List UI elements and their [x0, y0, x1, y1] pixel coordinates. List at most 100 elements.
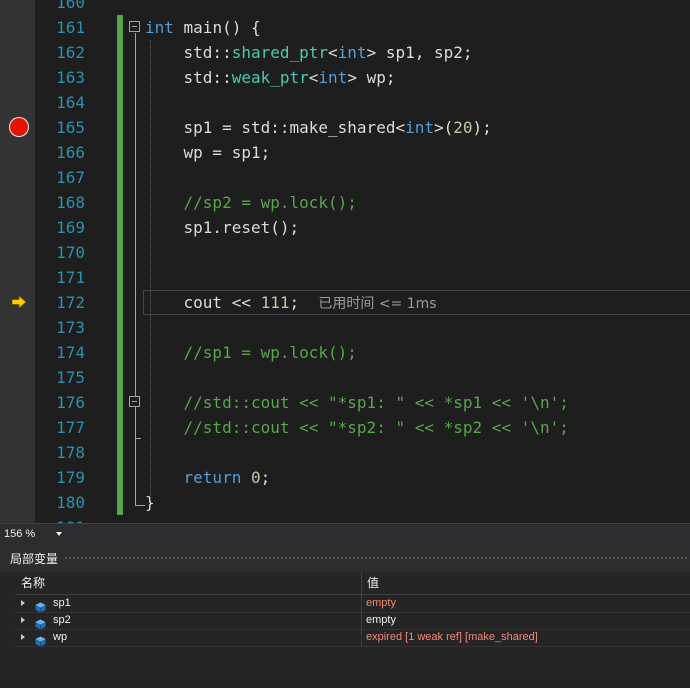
- variable-name: sp1: [53, 597, 71, 609]
- locals-window: 局部变量 名称 值 sp1 empty sp2 empty wp expired [1 w…: [0, 544, 690, 688]
- variable-name: wp: [53, 631, 68, 643]
- code-text[interactable]: return 0;: [145, 465, 271, 490]
- column-divider: [361, 595, 362, 612]
- code-text[interactable]: sp1 = std::make_shared<int>(20);: [145, 115, 492, 140]
- change-tracking-bar: [117, 240, 123, 265]
- code-text[interactable]: //sp2 = wp.lock();: [145, 190, 357, 215]
- code-text[interactable]: std::shared_ptr<int> sp1, sp2;: [145, 40, 473, 65]
- code-line[interactable]: 170: [0, 240, 690, 265]
- code-line[interactable]: 169 sp1.reset();: [0, 215, 690, 240]
- change-tracking-bar: [117, 415, 123, 440]
- change-tracking-bar: [117, 290, 123, 315]
- line-number: 180: [56, 493, 85, 512]
- code-line[interactable]: 180}: [0, 490, 690, 515]
- change-tracking-bar: [117, 340, 123, 365]
- line-number: 165: [56, 118, 85, 137]
- collapse-comment-icon[interactable]: [129, 396, 140, 407]
- change-tracking-bar: [117, 65, 123, 90]
- code-text[interactable]: wp = sp1;: [145, 140, 271, 165]
- line-number: 173: [56, 318, 85, 337]
- column-divider: [361, 629, 362, 646]
- code-line[interactable]: 160: [0, 0, 690, 15]
- change-tracking-bar: [117, 265, 123, 290]
- code-line[interactable]: 167: [0, 165, 690, 190]
- code-line[interactable]: 166 wp = sp1;: [0, 140, 690, 165]
- code-line[interactable]: 181: [0, 515, 690, 523]
- code-editor[interactable]: 160 161 int main() {162 std::shared_ptr<in…: [0, 0, 690, 523]
- variable-value[interactable]: empty: [366, 595, 396, 612]
- collapse-function-icon[interactable]: [129, 21, 140, 32]
- column-divider: [361, 612, 362, 629]
- variable-cube-icon: [35, 598, 46, 613]
- line-number: 171: [56, 268, 85, 287]
- code-line[interactable]: 174 //sp1 = wp.lock();: [0, 340, 690, 365]
- code-line[interactable]: 162 std::shared_ptr<int> sp1, sp2;: [0, 40, 690, 65]
- line-number: 164: [56, 93, 85, 112]
- zoom-value: 156 %: [4, 528, 36, 540]
- code-line[interactable]: 168 //sp2 = wp.lock();: [0, 190, 690, 215]
- outline-function-end: [135, 505, 145, 506]
- column-value-header[interactable]: 值: [367, 572, 379, 594]
- line-number: 160: [56, 0, 85, 12]
- change-tracking-bar: [117, 15, 123, 40]
- code-line[interactable]: 175: [0, 365, 690, 390]
- change-tracking-bar: [117, 315, 123, 340]
- code-text[interactable]: //sp1 = wp.lock();: [145, 340, 357, 365]
- variable-cube-icon: [35, 615, 46, 630]
- line-number: 163: [56, 68, 85, 87]
- current-line-highlight: [143, 290, 690, 315]
- expand-arrow-icon[interactable]: [21, 634, 25, 640]
- line-number: 169: [56, 218, 85, 237]
- line-number: 176: [56, 393, 85, 412]
- code-line[interactable]: 176 //std::cout << "*sp1: " << *sp1 << '…: [0, 390, 690, 415]
- breakpoint-icon[interactable]: [10, 118, 28, 136]
- line-number: 172: [56, 293, 85, 312]
- code-text[interactable]: sp1.reset();: [145, 215, 300, 240]
- code-line[interactable]: 179 return 0;: [0, 465, 690, 490]
- locals-gutter: [0, 572, 15, 688]
- code-line[interactable]: 163 std::weak_ptr<int> wp;: [0, 65, 690, 90]
- line-number: 166: [56, 143, 85, 162]
- code-text[interactable]: std::weak_ptr<int> wp;: [145, 65, 396, 90]
- code-text[interactable]: //std::cout << "*sp2: " << *sp2 << '\n';: [145, 415, 569, 440]
- drag-grip[interactable]: [64, 556, 688, 561]
- code-text[interactable]: int main() {: [145, 15, 261, 40]
- code-line[interactable]: 161 int main() {: [0, 15, 690, 40]
- outline-function-line: [135, 33, 136, 505]
- editor-status-strip: 156 %: [0, 523, 690, 544]
- change-tracking-bar: [117, 90, 123, 115]
- code-line[interactable]: 177 //std::cout << "*sp2: " << *sp2 << '…: [0, 415, 690, 440]
- locals-row[interactable]: wp expired [1 weak ref] [make_shared]: [15, 629, 690, 647]
- locals-row[interactable]: sp2 empty: [15, 612, 690, 630]
- variable-value[interactable]: empty: [366, 612, 396, 629]
- line-number: 177: [56, 418, 85, 437]
- code-text[interactable]: //std::cout << "*sp1: " << *sp1 << '\n';: [145, 390, 569, 415]
- expand-arrow-icon[interactable]: [21, 600, 25, 606]
- locals-title: 局部变量: [10, 552, 59, 566]
- variable-name: sp2: [53, 614, 71, 626]
- zoom-dropdown[interactable]: 156 %: [4, 526, 66, 542]
- code-line[interactable]: 165 sp1 = std::make_shared<int>(20);: [0, 115, 690, 140]
- locals-row[interactable]: sp1 empty: [15, 595, 690, 613]
- change-tracking-bar: [117, 465, 123, 490]
- change-tracking-bar: [117, 365, 123, 390]
- change-tracking-bar: [117, 190, 123, 215]
- code-line[interactable]: 173: [0, 315, 690, 340]
- line-number: 174: [56, 343, 85, 362]
- line-number: 162: [56, 43, 85, 62]
- line-number: 168: [56, 193, 85, 212]
- line-number: 179: [56, 468, 85, 487]
- expand-arrow-icon[interactable]: [21, 617, 25, 623]
- locals-title-bar[interactable]: 局部变量: [0, 544, 690, 572]
- outline-comment-end: [135, 438, 141, 439]
- column-name-header[interactable]: 名称: [21, 572, 45, 594]
- variable-value[interactable]: expired [1 weak ref] [make_shared]: [366, 629, 538, 646]
- chevron-down-icon: [56, 532, 62, 536]
- code-line[interactable]: 178: [0, 440, 690, 465]
- indent-guide: [150, 40, 151, 500]
- locals-column-header: 名称 值: [15, 572, 690, 622]
- line-number: 161: [56, 18, 85, 37]
- code-line[interactable]: 164: [0, 90, 690, 115]
- change-tracking-bar: [117, 140, 123, 165]
- code-line[interactable]: 171: [0, 265, 690, 290]
